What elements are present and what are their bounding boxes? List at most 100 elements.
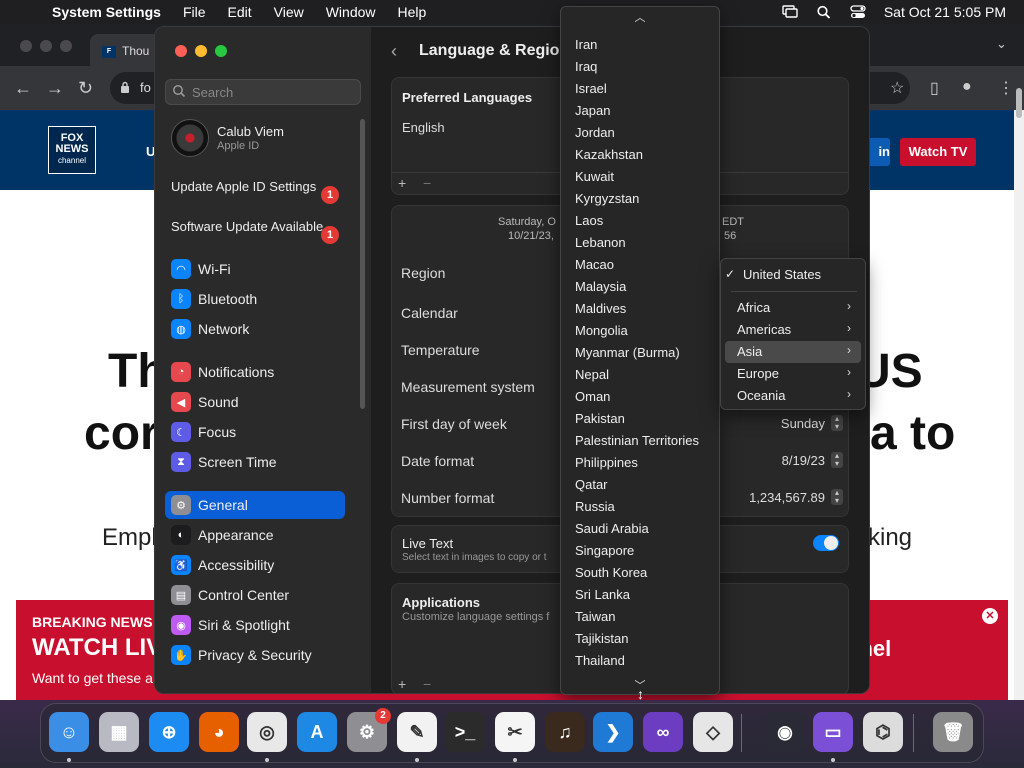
firefox-icon[interactable]: ◕	[199, 712, 239, 752]
country-option[interactable]: South Korea	[575, 565, 647, 580]
obs-icon[interactable]: ◉	[765, 712, 805, 752]
country-option[interactable]: Singapore	[575, 543, 634, 558]
country-option[interactable]: Laos	[575, 213, 603, 228]
remove-language-button[interactable]: −	[423, 175, 431, 191]
country-option[interactable]: Philippines	[575, 455, 638, 470]
spotlight-search-icon[interactable]	[816, 5, 832, 19]
menu-file[interactable]: File	[183, 4, 206, 20]
back-chevron-icon[interactable]: ‹	[391, 41, 397, 62]
country-option[interactable]: Iraq	[575, 59, 597, 74]
country-option[interactable]: Sri Lanka	[575, 587, 630, 602]
continent-item-oceania[interactable]: Oceania ›	[725, 385, 861, 407]
screen-mirroring-icon[interactable]	[782, 5, 798, 19]
country-option[interactable]: Malaysia	[575, 279, 626, 294]
profile-icon[interactable]: ●	[962, 78, 972, 96]
chrome-icon[interactable]: ◎	[247, 712, 287, 752]
page-scrollbar[interactable]	[1014, 110, 1024, 700]
launchpad-icon[interactable]: ▦	[99, 712, 139, 752]
kebab-menu-icon[interactable]: ⋮	[998, 78, 1014, 98]
app-store-icon[interactable]: A	[297, 712, 337, 752]
remove-application-button[interactable]: −	[423, 676, 431, 692]
watch-tv-button[interactable]: Watch TV	[900, 138, 976, 166]
app-icon[interactable]: ▭	[813, 712, 853, 752]
hero-headline-fragment[interactable]: cor	[84, 406, 159, 461]
tab-search-chevron-icon[interactable]: ⌄	[996, 36, 1007, 52]
continent-item-africa[interactable]: Africa ›	[725, 297, 861, 319]
sidebar-item-accessibility[interactable]: ♿ Accessibility	[165, 551, 345, 579]
country-option[interactable]: Japan	[575, 103, 610, 118]
sidebar-item-siri-spotlight[interactable]: ◉ Siri & Spotlight	[165, 611, 345, 639]
fox-news-logo[interactable]: FOX NEWS channel	[48, 126, 96, 174]
sidebar-scrollbar[interactable]	[360, 119, 365, 409]
first-day-of-week-popup[interactable]: Sunday ▴ ▾	[781, 415, 843, 431]
roblox-icon[interactable]: ◇	[693, 712, 733, 752]
reload-icon[interactable]: ↻	[78, 78, 93, 99]
menu-window[interactable]: Window	[326, 4, 376, 20]
add-language-button[interactable]: +	[398, 175, 406, 191]
back-arrow-icon[interactable]: ←	[14, 78, 32, 99]
country-option[interactable]: Tajikistan	[575, 631, 628, 646]
country-option[interactable]: Israel	[575, 81, 607, 96]
country-option[interactable]: Jordan	[575, 125, 615, 140]
date-format-popup[interactable]: 8/19/23 ▴ ▾	[782, 452, 843, 468]
country-option[interactable]: Oman	[575, 389, 610, 404]
country-option[interactable]: Macao	[575, 257, 614, 272]
browser-zoom-button[interactable]	[60, 40, 72, 52]
country-option[interactable]: Pakistan	[575, 411, 625, 426]
window-zoom-button[interactable]	[215, 45, 227, 57]
textedit-icon[interactable]: ✎	[397, 712, 437, 752]
country-option[interactable]: Kazakhstan	[575, 147, 643, 162]
settings-search-input[interactable]: Search	[165, 79, 361, 105]
banner-close-icon[interactable]: ✕	[982, 608, 998, 624]
language-item[interactable]: English	[402, 120, 445, 135]
sidebar-item-sound[interactable]: ◀ Sound	[165, 388, 345, 416]
country-option[interactable]: Kuwait	[575, 169, 614, 184]
update-apple-id-notice[interactable]: Update Apple ID Settings	[171, 179, 341, 195]
continent-item-asia[interactable]: Asia ›	[725, 341, 861, 363]
country-option[interactable]: Russia	[575, 499, 615, 514]
sidebar-item-screen-time[interactable]: ⧗ Screen Time	[165, 448, 345, 476]
menu-help[interactable]: Help	[398, 4, 427, 20]
software-update-notice[interactable]: Software Update Available	[171, 219, 341, 235]
country-option[interactable]: Qatar	[575, 477, 608, 492]
menu-edit[interactable]: Edit	[228, 4, 252, 20]
country-option[interactable]: Mongolia	[575, 323, 628, 338]
sidebar-item-general[interactable]: ⚙ General	[165, 491, 345, 519]
page-scrollbar-thumb[interactable]	[1016, 88, 1022, 118]
country-option[interactable]: Lebanon	[575, 235, 626, 250]
visual-studio-icon[interactable]: ∞	[643, 712, 683, 752]
region-menu-item-selected[interactable]: ✓ United States	[725, 264, 861, 286]
finder-icon[interactable]: ☺	[49, 712, 89, 752]
sidebar-item-wi-fi[interactable]: ◠ Wi-Fi	[165, 255, 345, 283]
country-option[interactable]: Iran	[575, 37, 597, 52]
bookmark-star-icon[interactable]: ☆	[890, 78, 904, 98]
sidebar-item-notifications[interactable]: ◔ Notifications	[165, 358, 345, 386]
window-close-button[interactable]	[175, 45, 187, 57]
continent-item-europe[interactable]: Europe ›	[725, 363, 861, 385]
vscode-icon[interactable]: ❯	[593, 712, 633, 752]
window-minimize-button[interactable]	[195, 45, 207, 57]
sidebar-item-focus[interactable]: ☾ Focus	[165, 418, 345, 446]
country-option[interactable]: Saudi Arabia	[575, 521, 649, 536]
country-option[interactable]: Myanmar (Burma)	[575, 345, 680, 360]
terminal-icon[interactable]: >_	[445, 712, 485, 752]
country-option[interactable]: Nepal	[575, 367, 609, 382]
hero-headline-fragment[interactable]: a to	[870, 406, 955, 461]
country-option[interactable]: Taiwan	[575, 609, 615, 624]
live-text-toggle[interactable]	[813, 535, 839, 551]
archive-utility-icon[interactable]: ⌬	[863, 712, 903, 752]
control-center-icon[interactable]	[850, 5, 866, 19]
sidebar-toggle-icon[interactable]: ▯	[930, 78, 939, 98]
country-option[interactable]: Kyrgyzstan	[575, 191, 639, 206]
continent-item-americas[interactable]: Americas ›	[725, 319, 861, 341]
menu-app-name[interactable]: System Settings	[52, 4, 161, 20]
country-option[interactable]: Thailand	[575, 653, 625, 668]
country-option[interactable]: Maldives	[575, 301, 626, 316]
safari-icon[interactable]: ⊕	[149, 712, 189, 752]
trash-icon[interactable]: 🗑	[933, 712, 973, 752]
sidebar-item-control-center[interactable]: ▤ Control Center	[165, 581, 345, 609]
garageband-icon[interactable]: ♫	[545, 712, 585, 752]
apple-id-name[interactable]: Calub Viem	[217, 124, 284, 139]
forward-arrow-icon[interactable]: →	[46, 78, 64, 99]
scroll-up-chevron-icon[interactable]: ︿	[561, 9, 719, 25]
